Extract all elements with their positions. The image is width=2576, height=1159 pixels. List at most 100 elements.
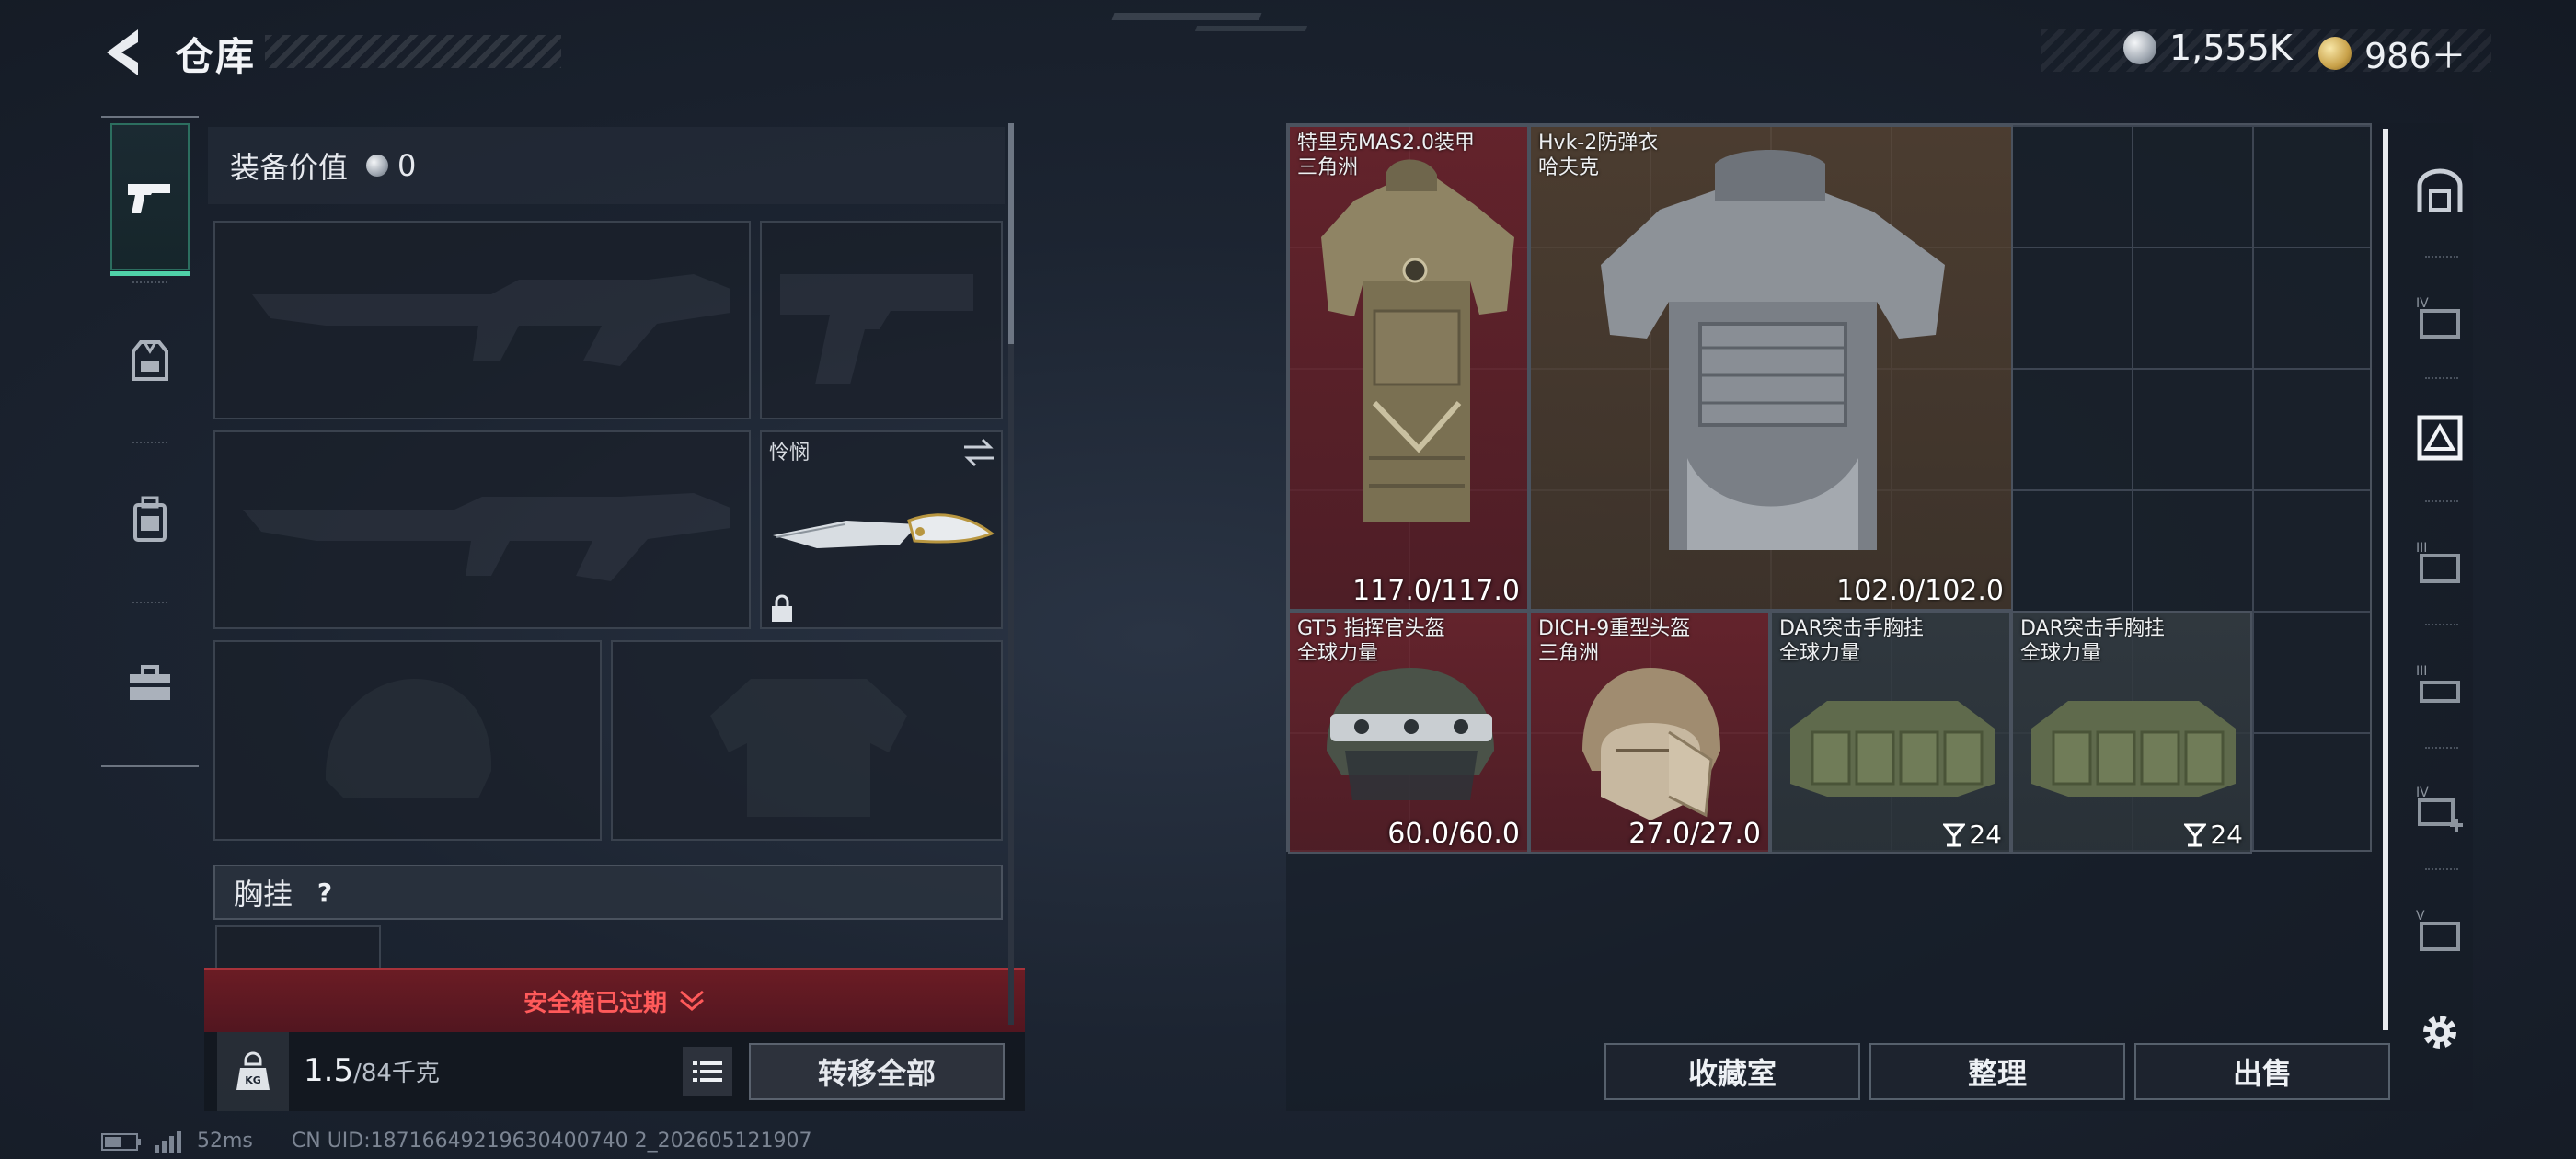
list-icon [693, 1061, 722, 1082]
stash-item[interactable]: DICH-9重型头盔 三角洲 27.0/27.0 [1529, 611, 1770, 854]
body-armor-art [1321, 159, 1514, 522]
svg-text:III: III [2416, 541, 2427, 556]
equipment-value-row: 装备价值 0 [208, 127, 1005, 204]
silver-currency[interactable]: 1,555K [2123, 28, 2293, 68]
capacity: 24 [1943, 820, 2002, 850]
stash-scrollbar[interactable] [2383, 129, 2388, 1030]
durability: 27.0/27.0 [1628, 818, 1761, 850]
body-armor-slot[interactable] [611, 640, 1003, 841]
item-name-block: Hvk-2防弹衣 哈夫克 [1538, 131, 1658, 180]
battery-icon [101, 1132, 141, 1151]
item-maker: 全球力量 [1779, 642, 1861, 665]
stash-page-icon: IV [2416, 296, 2460, 339]
item-maker: 三角洲 [1297, 156, 1359, 179]
rifle-silhouette-icon [252, 274, 730, 366]
stash-tab-active[interactable] [2407, 383, 2473, 493]
armor-rig-icon [132, 340, 168, 381]
chest-rig-label: 胸挂 [234, 877, 293, 912]
stash-tab-3b[interactable]: III [2407, 629, 2473, 740]
capacity: 24 [2184, 820, 2243, 850]
rail-item-armor[interactable] [110, 293, 190, 430]
category-rail [101, 116, 199, 767]
item-name-block: DAR突击手胸挂 全球力量 [2020, 616, 2165, 666]
rail-item-weapons[interactable] [110, 123, 190, 276]
stash-grid: 特里克MAS2.0装甲三角洲 117.0/117.0 Hvk-2防弹衣哈夫克 [1286, 123, 2372, 854]
ping-readout: 52ms [197, 1130, 253, 1153]
capacity-icon [2184, 823, 2207, 846]
collection-room-button[interactable]: 收藏室 [1604, 1043, 1860, 1100]
weight-readout: 1.5/84千克 [304, 1052, 440, 1089]
tab-separator [2425, 500, 2458, 502]
stash-tab-add[interactable]: IV [2407, 752, 2473, 863]
stash-tab-3[interactable]: III [2407, 506, 2473, 616]
stash-item[interactable]: DAR突击手胸挂 全球力量 24 [2011, 611, 2252, 854]
pistol-icon [128, 184, 170, 213]
toolbox-icon [130, 665, 170, 700]
backpack-icon [133, 496, 167, 542]
rail-item-toolbox[interactable] [110, 614, 190, 752]
stash-item[interactable]: DAR突击手胸挂 全球力量 24 [1770, 611, 2011, 854]
stash-tab-overview[interactable] [2407, 136, 2473, 247]
safe-box-status-bar[interactable]: 安全箱已过期 [204, 968, 1025, 1032]
stash-item[interactable]: GT5 指挥官头盔 全球力量 60.0/60.0 [1288, 611, 1529, 854]
rail-separator [132, 281, 167, 283]
chest-rig-header[interactable]: 胸挂 ? [213, 865, 1003, 920]
settings-button[interactable] [2407, 986, 2473, 1078]
signal-icon [155, 1130, 181, 1153]
list-view-button[interactable] [683, 1047, 732, 1096]
equipment-value: 0 [397, 148, 417, 183]
kg-icon-label: KG [245, 1074, 261, 1086]
capacity-value: 24 [2210, 820, 2243, 850]
page-title: 仓库 [175, 34, 257, 79]
item-name: DAR突击手胸挂 [2020, 617, 2165, 640]
gold-amount: 986＋ [2364, 36, 2467, 76]
item-maker: 三角洲 [1538, 642, 1600, 665]
stash-item[interactable]: Hvk-2防弹衣 哈夫克 102.0/102.0 [1529, 125, 2013, 611]
user-uid: CN UID:18716649219630400740 2_2026051219… [291, 1130, 812, 1153]
add-stash-icon: IV [2416, 786, 2463, 832]
secondary-weapon-slot[interactable] [760, 221, 1003, 419]
rifle-silhouette-icon [243, 493, 730, 581]
title-decor [265, 35, 561, 68]
silver-coin-icon [2123, 31, 2156, 64]
kettlebell-icon: KG [236, 1051, 270, 1090]
gold-currency[interactable]: 986＋ [2318, 28, 2467, 78]
silver-coin-icon [366, 155, 389, 177]
helmet-slot[interactable] [213, 640, 602, 841]
item-name-block: DICH-9重型头盔 三角洲 [1538, 616, 1690, 666]
sort-button[interactable]: 整理 [1869, 1043, 2125, 1100]
weight-max: /84千克 [353, 1060, 440, 1087]
move-all-button[interactable]: 转移全部 [749, 1043, 1005, 1100]
body-armor-art [1601, 150, 1945, 550]
back-arrow-icon [107, 29, 138, 75]
equipment-value-label: 装备价值 [230, 150, 349, 185]
silver-amount: 1,555K [2169, 28, 2293, 68]
weight-current: 1.5 [304, 1052, 354, 1089]
durability: 60.0/60.0 [1387, 818, 1520, 850]
melee-slot[interactable]: 怜悯 [760, 430, 1003, 629]
item-name: DAR突击手胸挂 [1779, 617, 1924, 640]
sell-button[interactable]: 出售 [2134, 1043, 2390, 1100]
back-button[interactable] [99, 26, 147, 79]
stash-tab-4[interactable]: IV [2407, 261, 2473, 372]
gold-coin-icon [2318, 36, 2352, 70]
equipment-panel: 装备价值 0 怜悯 胸挂 ? 安全箱已过期 KG 1.5/84千克 转移全部 [204, 123, 1025, 1111]
rail-separator [132, 442, 167, 443]
weight-bar: KG 1.5/84千克 转移全部 [204, 1032, 1025, 1111]
primary-weapon-slot[interactable] [213, 221, 751, 419]
safe-box-icon [2417, 168, 2463, 212]
stash-tabs: IV III III IV V [2407, 123, 2473, 1111]
stash-page-icon: III [2416, 664, 2460, 703]
armor-filter-icon [2417, 415, 2463, 461]
equipment-scrollbar-thumb[interactable] [1008, 123, 1014, 344]
item-name: DICH-9重型头盔 [1538, 617, 1691, 640]
primary-weapon-slot-2[interactable] [213, 430, 751, 629]
stash-item[interactable]: 特里克MAS2.0装甲 三角洲 117.0/117.0 [1288, 125, 1529, 611]
rail-item-backpack[interactable] [110, 451, 190, 589]
gear-icon [2423, 1016, 2456, 1049]
decor-stripe [1194, 26, 1308, 31]
stash-page-icon: V [2416, 909, 2460, 951]
stash-tab-5[interactable]: V [2407, 874, 2473, 984]
tab-separator [2425, 256, 2458, 258]
help-icon[interactable]: ? [309, 877, 340, 908]
